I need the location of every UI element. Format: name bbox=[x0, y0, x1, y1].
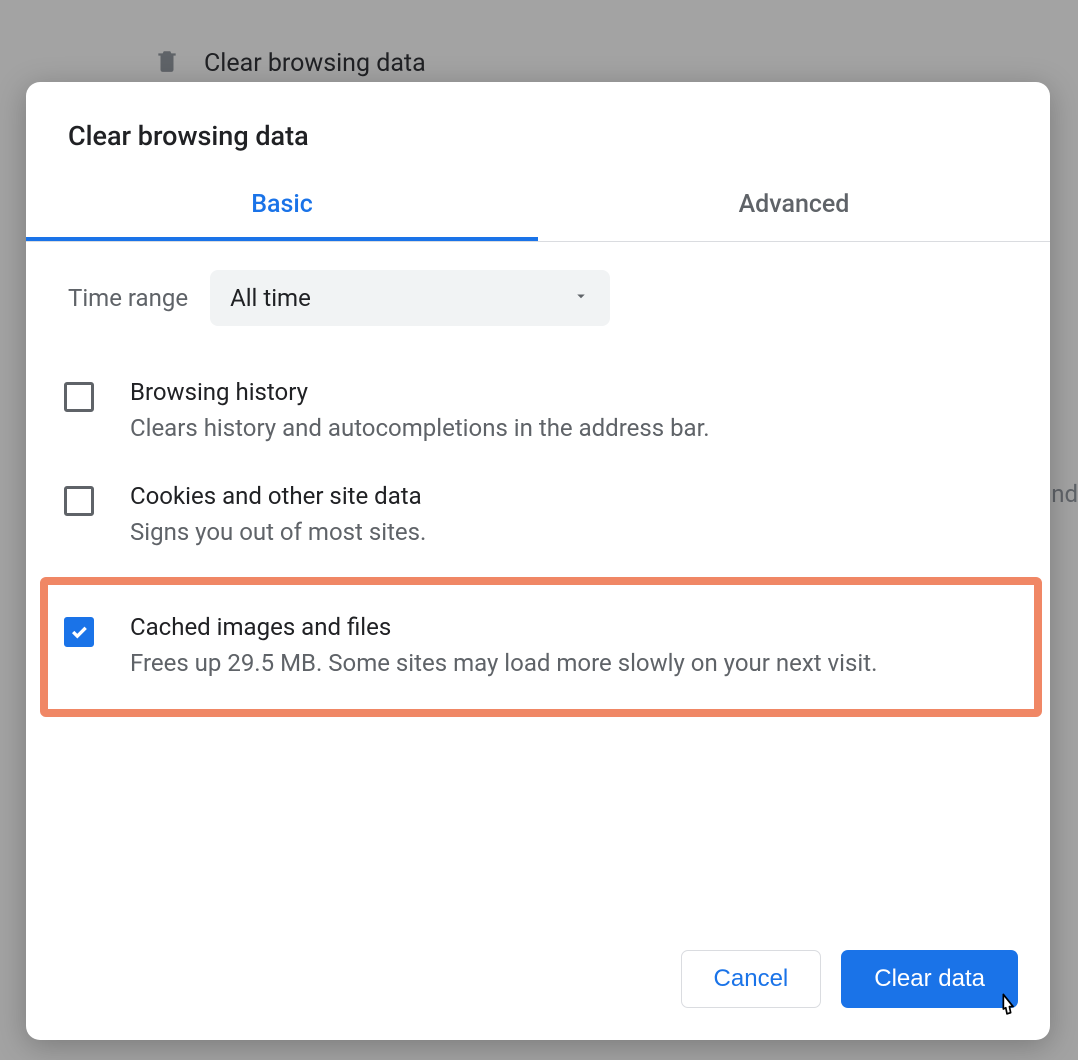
tab-advanced[interactable]: Advanced bbox=[538, 180, 1050, 241]
option-text: Cached images and files Frees up 29.5 MB… bbox=[130, 613, 877, 679]
option-title: Cached images and files bbox=[130, 613, 877, 641]
time-range-value: All time bbox=[230, 284, 311, 312]
dialog-title: Clear browsing data bbox=[26, 82, 1050, 180]
clear-browsing-data-dialog: Clear browsing data Basic Advanced Time … bbox=[26, 82, 1050, 1040]
option-text: Browsing history Clears history and auto… bbox=[130, 378, 710, 444]
dialog-content: Time range All time Browsing history Cle… bbox=[26, 242, 1050, 950]
cancel-button[interactable]: Cancel bbox=[681, 950, 822, 1008]
dialog-footer: Cancel Clear data bbox=[26, 950, 1050, 1040]
dialog-tabs: Basic Advanced bbox=[26, 180, 1050, 242]
option-text: Cookies and other site data Signs you ou… bbox=[130, 482, 426, 548]
clear-data-button[interactable]: Clear data bbox=[841, 950, 1018, 1008]
checkbox-cookies[interactable] bbox=[64, 486, 94, 516]
time-range-select[interactable]: All time bbox=[210, 270, 610, 326]
option-desc: Frees up 29.5 MB. Some sites may load mo… bbox=[130, 647, 877, 679]
option-desc: Clears history and autocompletions in th… bbox=[130, 412, 710, 444]
settings-row-title: Clear browsing data bbox=[204, 49, 426, 78]
checkbox-browsing-history[interactable] bbox=[64, 382, 94, 412]
option-cookies: Cookies and other site data Signs you ou… bbox=[64, 470, 1008, 574]
option-title: Browsing history bbox=[130, 378, 710, 406]
time-range-label: Time range bbox=[68, 284, 188, 312]
checkbox-cached-images-files[interactable] bbox=[64, 617, 94, 647]
option-browsing-history: Browsing history Clears history and auto… bbox=[64, 366, 1008, 470]
option-cached-images-files: Cached images and files Frees up 29.5 MB… bbox=[44, 581, 1038, 713]
settings-row-behind: Clear browsing data bbox=[154, 48, 426, 78]
time-range-row: Time range All time bbox=[68, 270, 1008, 326]
option-desc: Signs you out of most sites. bbox=[130, 516, 426, 548]
option-title: Cookies and other site data bbox=[130, 482, 426, 510]
tab-basic[interactable]: Basic bbox=[26, 180, 538, 241]
chevron-down-icon bbox=[572, 287, 590, 309]
trash-icon bbox=[154, 48, 180, 78]
